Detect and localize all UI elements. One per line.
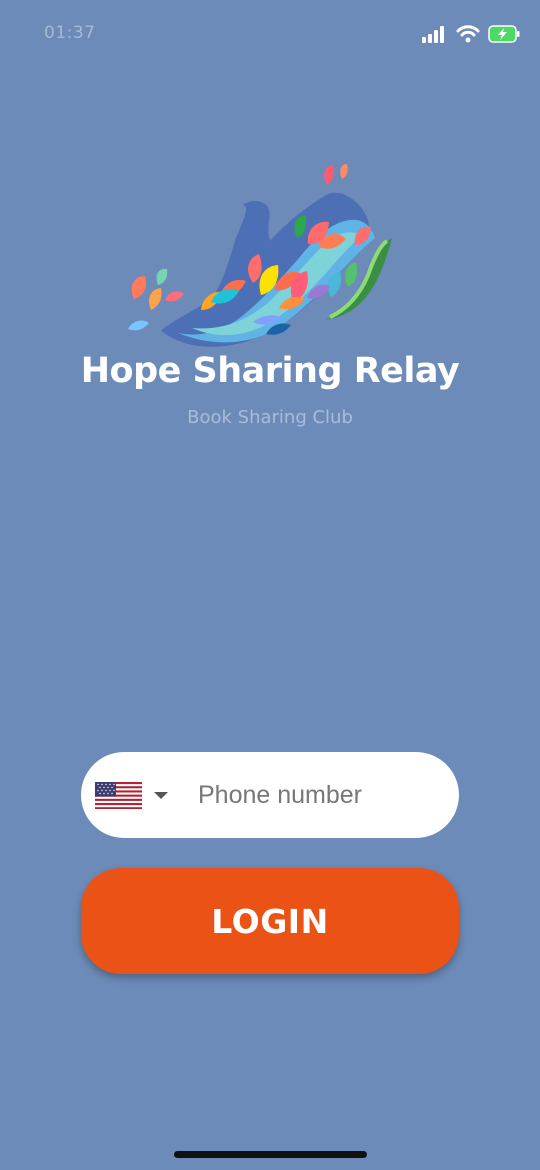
status-bar: 01:37 <box>0 0 540 66</box>
home-indicator <box>174 1151 367 1158</box>
app-subtitle: Book Sharing Club <box>187 407 353 428</box>
us-flag-icon <box>95 781 142 809</box>
phone-number-input[interactable] <box>196 764 440 826</box>
status-icons <box>422 22 520 46</box>
paint-splash-shoe-logo <box>118 150 410 360</box>
chevron-down-icon <box>154 791 168 799</box>
wifi-icon <box>456 25 480 43</box>
phone-input-group <box>81 752 459 838</box>
app-title: Hope Sharing Relay <box>80 351 460 391</box>
status-time: 01:37 <box>44 23 96 43</box>
signal-icon <box>422 25 448 43</box>
login-button[interactable]: LOGIN <box>81 868 459 974</box>
battery-charging-icon <box>488 25 520 43</box>
country-picker[interactable] <box>95 765 176 825</box>
